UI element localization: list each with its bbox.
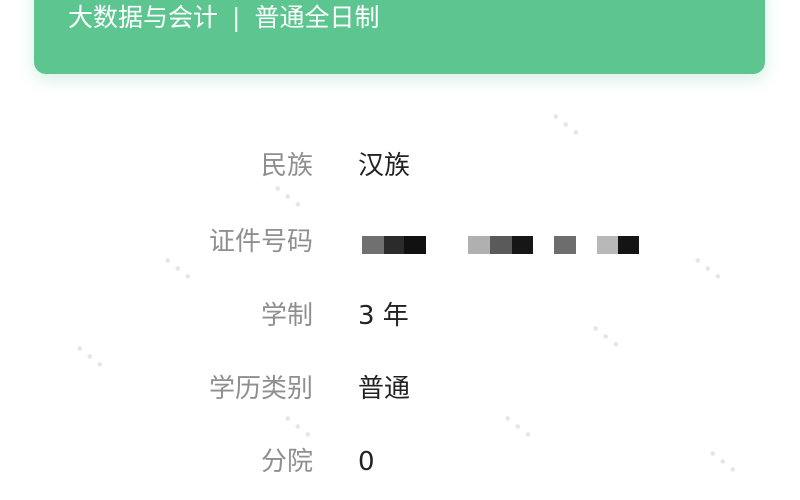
field-label: 分院 bbox=[260, 447, 313, 477]
watermark-mark: • • • bbox=[546, 109, 583, 142]
header-separator: | bbox=[232, 3, 241, 32]
header-banner-text: 大数据与会计 | 普通全日制 bbox=[68, 2, 379, 34]
field-value: 汉族 bbox=[358, 151, 411, 181]
field-row-ethnicity: 民族 汉族 bbox=[0, 146, 800, 186]
field-label: 学制 bbox=[260, 301, 313, 331]
watermark-mark: • • • bbox=[278, 411, 315, 444]
study-mode: 普通全日制 bbox=[254, 3, 380, 32]
watermark-mark: • • • bbox=[268, 181, 305, 214]
redacted-id-number bbox=[468, 236, 533, 254]
field-label: 学历类别 bbox=[208, 374, 313, 404]
watermark-mark: • • • bbox=[498, 411, 535, 444]
redacted-id-number bbox=[362, 236, 426, 254]
field-value: 0 bbox=[358, 447, 375, 477]
field-label: 民族 bbox=[260, 151, 313, 181]
field-row-degree-type: 学历类别 普通 bbox=[0, 369, 800, 409]
field-row-id-number: 证件号码 bbox=[0, 222, 800, 262]
field-row-branch: 分院 0 bbox=[0, 442, 800, 482]
redacted-id-number bbox=[554, 236, 576, 254]
field-value: 3 年 bbox=[358, 301, 409, 331]
field-label: 证件号码 bbox=[208, 227, 313, 257]
major-name: 大数据与会计 bbox=[68, 3, 219, 32]
field-value: 普通 bbox=[358, 374, 411, 404]
field-row-duration: 学制 3 年 bbox=[0, 296, 800, 336]
redacted-id-number bbox=[597, 236, 639, 254]
